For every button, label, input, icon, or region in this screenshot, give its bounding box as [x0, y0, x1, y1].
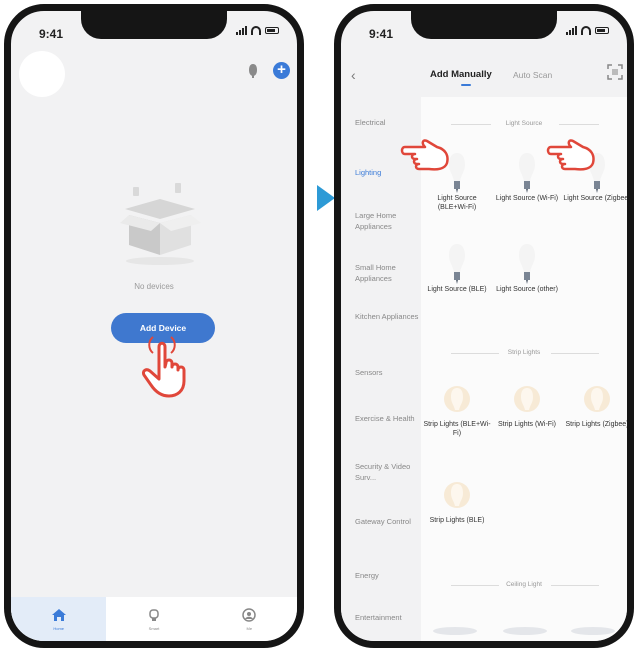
device-label: Light Source (Wi-Fi): [495, 195, 559, 202]
ceiling-light-preview: [433, 627, 477, 635]
tab-home[interactable]: Home: [11, 597, 107, 641]
strip-light-icon: [444, 482, 470, 508]
tab-me-label: Me: [246, 625, 253, 631]
device-strip-lights-zigbee[interactable]: Strip Lights (Zigbee): [563, 383, 629, 430]
status-time: 9:41: [369, 27, 394, 41]
sidebar-item-gateway-control[interactable]: Gateway Control: [355, 516, 421, 527]
empty-box-illustration: [120, 183, 201, 265]
category-sidebar: Electrical Lighting Large Home Appliance…: [341, 97, 421, 641]
device-label: Strip Lights (BLE): [429, 517, 485, 524]
signal-icon: [236, 26, 247, 35]
sidebar-item-entertainment[interactable]: Entertainment: [355, 612, 421, 623]
sidebar-item-energy[interactable]: Energy: [355, 570, 421, 581]
phone-notch: [411, 11, 557, 39]
sidebar-item-small-home-appliances[interactable]: Small Home Appliances: [355, 262, 421, 284]
signal-icon: [566, 26, 577, 35]
device-label: Light Source (Zigbee): [563, 195, 631, 202]
sidebar-item-exercise-health[interactable]: Exercise & Health: [355, 413, 421, 424]
home-avatar[interactable]: [19, 51, 65, 97]
add-plus-button[interactable]: +: [273, 62, 290, 79]
bulb-icon: [449, 244, 465, 284]
battery-icon: [265, 27, 279, 34]
tab-smart-label: Smart: [148, 625, 160, 631]
strip-light-icon: [444, 386, 470, 412]
status-icons: [566, 26, 609, 35]
device-catalog: Light Source Light Source (BLE+Wi-Fi) Li…: [421, 97, 627, 641]
bulb-icon: [519, 153, 535, 193]
divider: [559, 124, 599, 125]
status-time: 9:41: [39, 27, 64, 41]
sidebar-item-large-home-appliances[interactable]: Large Home Appliances: [355, 210, 421, 232]
strip-light-icon: [584, 386, 610, 412]
hand-tap-icon: [142, 336, 186, 398]
device-strip-lights-ble[interactable]: Strip Lights (BLE): [423, 479, 491, 526]
home-icon: [51, 608, 66, 621]
device-label: Light Source (other): [496, 286, 558, 293]
scan-icon[interactable]: [607, 64, 623, 80]
next-step-arrow-icon: [317, 185, 335, 211]
bottom-tab-bar: Home Smart Me: [11, 597, 297, 641]
battery-icon: [595, 27, 609, 34]
empty-state-text: No devices: [134, 282, 174, 291]
hand-point-icon: [400, 139, 449, 171]
device-label: Light Source (BLE): [427, 286, 487, 293]
device-light-source-ble[interactable]: Light Source (BLE): [423, 242, 491, 295]
ceiling-light-preview: [503, 627, 547, 635]
hand-point-icon: [546, 139, 595, 171]
sidebar-item-sensors[interactable]: Sensors: [355, 367, 421, 378]
me-icon: [242, 607, 257, 622]
device-label: Light Source (BLE+Wi-Fi): [437, 195, 477, 211]
sidebar-item-electrical[interactable]: Electrical: [355, 117, 421, 128]
phone-notch: [81, 11, 227, 39]
bulb-icon: [519, 244, 535, 284]
divider: [551, 585, 599, 586]
device-label: Strip Lights (Wi-Fi): [498, 421, 556, 428]
divider: [551, 353, 599, 354]
tab-smart[interactable]: Smart: [106, 597, 201, 641]
tab-auto-scan[interactable]: Auto Scan: [513, 70, 552, 80]
phone-add-device-screen: 9:41 ‹ Add Manually Auto Scan Electrical…: [334, 4, 634, 648]
back-chevron-icon[interactable]: ‹: [351, 67, 356, 83]
wifi-icon: [251, 26, 261, 35]
tab-home-label: Home: [53, 625, 64, 631]
phone-home-screen: 9:41 + No devices Add Device Home Smart …: [4, 4, 304, 648]
ceiling-light-preview: [571, 627, 615, 635]
device-strip-lights-wifi[interactable]: Strip Lights (Wi-Fi): [493, 383, 561, 430]
tab-add-manually[interactable]: Add Manually: [430, 69, 492, 80]
device-strip-lights-ble-wifi[interactable]: Strip Lights (BLE+Wi-Fi): [423, 383, 491, 438]
tab-me[interactable]: Me: [202, 597, 297, 641]
device-label: Strip Lights (BLE+Wi-Fi): [423, 421, 491, 437]
device-label: Strip Lights (Zigbee): [565, 421, 629, 428]
microphone-icon[interactable]: [247, 63, 259, 79]
wifi-icon: [581, 26, 591, 35]
status-icons: [236, 26, 279, 35]
sidebar-item-kitchen-appliances[interactable]: Kitchen Appliances: [355, 311, 421, 322]
sidebar-item-security-video[interactable]: Security & Video Surv...: [355, 461, 421, 483]
smart-icon: [149, 608, 159, 621]
strip-light-icon: [514, 386, 540, 412]
active-tab-indicator: [461, 84, 471, 86]
device-light-source-other[interactable]: Light Source (other): [493, 242, 561, 295]
